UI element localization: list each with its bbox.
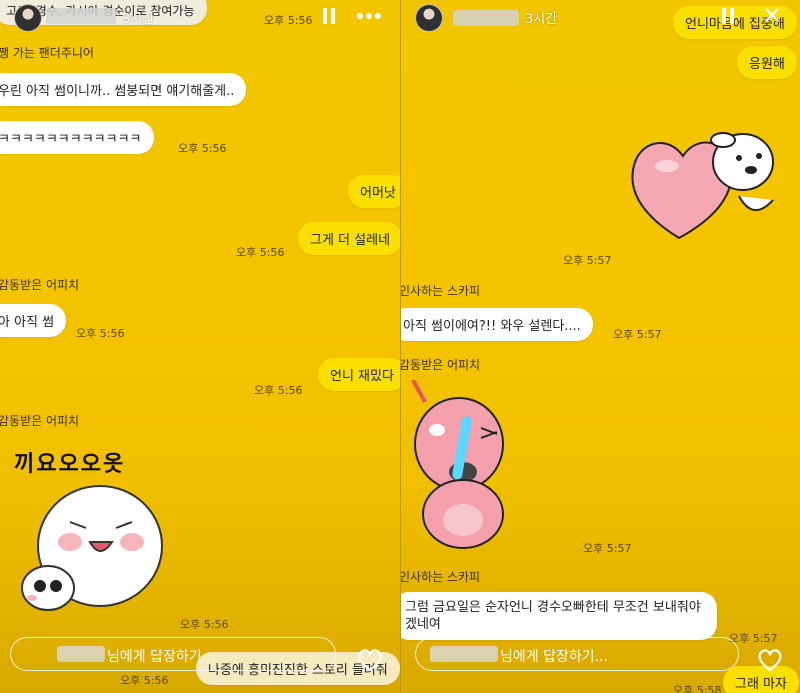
avatar[interactable] [415, 4, 443, 32]
message-time: 오후 5:58 [673, 684, 722, 693]
story-age: 3시간 [122, 12, 155, 27]
chat-bubble: ㅋㅋㅋㅋㅋㅋㅋㅋㅋㅋㅋㅋ [0, 121, 154, 154]
chat-bubble-mine: 그게 더 설레네 [298, 222, 400, 255]
header-time: 오후 5:56 [264, 14, 313, 27]
reply-placeholder: 님에게 답장하기... [107, 649, 215, 665]
sender-name: 감동받은 어피치 [0, 278, 80, 292]
pause-icon[interactable] [721, 7, 735, 29]
sender-name: 인사하는 스카피 [400, 570, 481, 584]
message-time: 오후 5:57 [729, 632, 778, 645]
sender-name: 감동받은 어피치 [400, 358, 481, 372]
chat-bubble: 우린 아직 썸이니까.. 썸붕되면 얘기해줄게.. [0, 73, 247, 106]
message-time: 오후 5:56 [254, 384, 303, 397]
sticker-character [21, 485, 163, 611]
chat-bubble: 그럼 금요일은 순자언니 경수오빠한테 무조건 보내줘야겠네여 [401, 592, 717, 640]
message-time: 오후 5:57 [583, 542, 632, 555]
sticker-caption: 끼요오오옷 [14, 452, 126, 477]
story-header: 3시간 언니마음에 집중해 [401, 0, 800, 39]
message-time: 오후 5:56 [236, 246, 285, 259]
more-icon[interactable] [356, 6, 382, 30]
chat-bubble-mine: 어머낫 [348, 175, 400, 208]
pause-icon[interactable] [322, 7, 336, 29]
message-time: 오후 5:56 [180, 618, 229, 631]
message-time: 오후 5:56 [120, 674, 169, 687]
story-header: 고드, 경수, 가시아 경순이로 참여가능 3시간 오후 5:56 [0, 0, 400, 36]
blurred-username [46, 8, 116, 24]
story-panel-left: 고드, 경수, 가시아 경순이로 참여가능 3시간 오후 5:56 쨍 가는 팬… [0, 0, 400, 693]
blurred-username [453, 10, 519, 26]
chat-bubble-mine: 언니 재밌다 [318, 358, 400, 391]
chat-bubble-mine: 응원해 [737, 46, 797, 79]
message-time: 오후 5:57 [613, 328, 662, 341]
blurred-username [57, 646, 105, 662]
message-time: 오후 5:56 [76, 327, 125, 340]
sticker-heart-dog [631, 132, 774, 240]
chat-bubble: 아 아직 썸 [0, 304, 67, 337]
reply-input[interactable]: 님에게 답장하기... [10, 637, 336, 671]
reply-placeholder: 님에게 답장하기... [500, 649, 608, 665]
avatar[interactable] [14, 4, 42, 32]
heart-icon[interactable] [757, 648, 783, 672]
sender-name: 인사하는 스카피 [400, 284, 481, 298]
message-time: 오후 5:56 [178, 142, 227, 155]
chat-bubble: 아직 썸이에여?!! 와우 설렌다.... [401, 308, 593, 341]
message-time: 오후 5:57 [563, 254, 612, 267]
blurred-username [430, 646, 498, 662]
sender-name: 쨍 가는 팬더주니어 [0, 46, 94, 60]
sticker-character [411, 380, 504, 549]
sender-name: 감동받은 어피치 [0, 414, 80, 428]
close-icon[interactable] [763, 6, 781, 28]
story-panel-right: 3시간 언니마음에 집중해 응원해 오후 5:57 인사하는 스카피 아직 썸이… [400, 0, 800, 693]
story-age: 3시간 [525, 12, 558, 27]
reply-input[interactable]: 님에게 답장하기... [415, 637, 739, 671]
heart-icon[interactable] [357, 648, 383, 672]
